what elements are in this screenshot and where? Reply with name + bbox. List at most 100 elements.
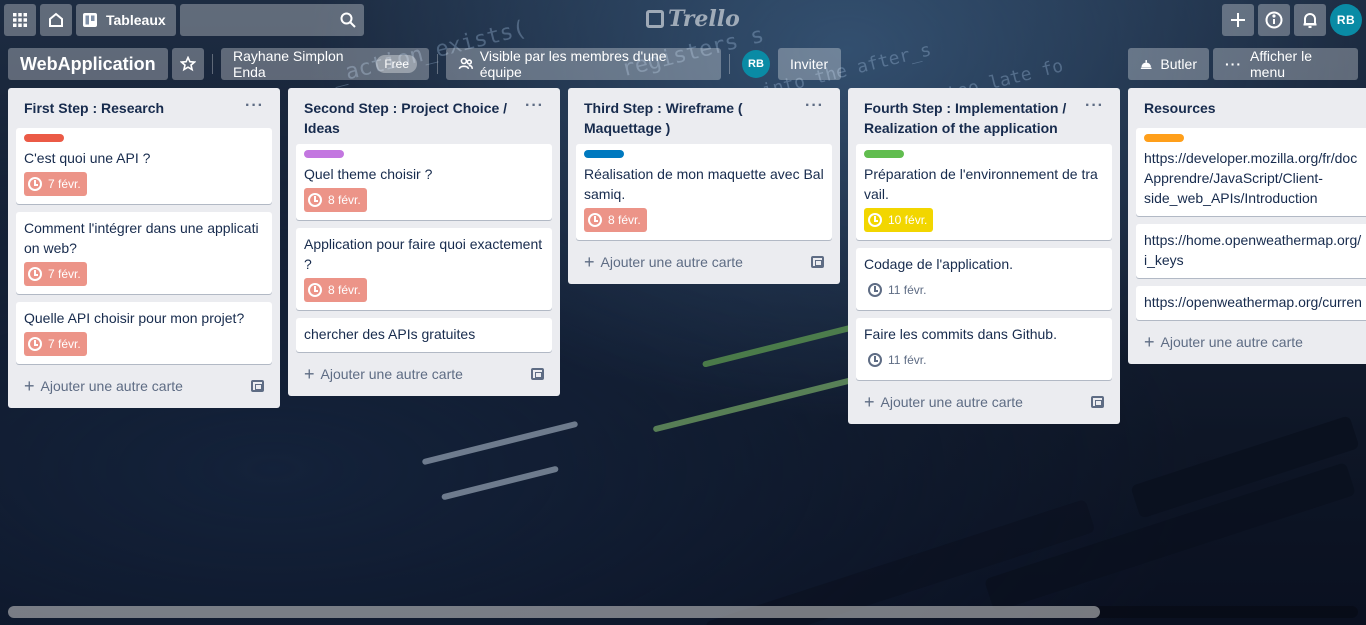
list-second-step: Second Step : Project Choice / Ideas ···… bbox=[288, 88, 560, 396]
team-visibility-icon bbox=[458, 57, 474, 70]
card-template-icon[interactable] bbox=[811, 256, 824, 268]
due-date-badge[interactable]: 11 févr. bbox=[864, 348, 932, 372]
card[interactable]: C'est quoi une API ? 7 févr. bbox=[16, 128, 272, 204]
list-title[interactable]: Third Step : Wireframe ( Maquettage ) bbox=[584, 98, 794, 138]
divider bbox=[212, 54, 213, 74]
card[interactable]: Faire les commits dans Github. 11 févr. bbox=[856, 318, 1112, 380]
boards-button[interactable]: Tableaux bbox=[76, 4, 176, 36]
due-date-badge[interactable]: 7 févr. bbox=[24, 172, 87, 196]
list-header[interactable]: Third Step : Wireframe ( Maquettage ) ··… bbox=[576, 88, 832, 144]
clock-icon bbox=[868, 283, 882, 297]
card-title: Quelle API choisir pour mon projet? bbox=[24, 310, 245, 326]
board-title[interactable]: WebApplication bbox=[8, 48, 168, 80]
card[interactable]: Quel theme choisir ? 8 févr. bbox=[296, 144, 552, 220]
due-date-badge[interactable]: 8 févr. bbox=[304, 278, 367, 302]
info-icon bbox=[1265, 11, 1283, 29]
card-title: Comment l'intégrer dans une application … bbox=[24, 220, 259, 256]
card[interactable]: Codage de l'application. 11 févr. bbox=[856, 248, 1112, 310]
add-card-label: Ajouter une autre carte bbox=[40, 378, 183, 394]
list-header[interactable]: Second Step : Project Choice / Ideas ··· bbox=[296, 88, 552, 144]
search-input[interactable] bbox=[179, 4, 364, 36]
list-menu-icon[interactable]: ··· bbox=[1085, 98, 1104, 114]
show-menu-label: Afficher le menu bbox=[1250, 48, 1312, 80]
due-date-badge[interactable]: 8 févr. bbox=[304, 188, 367, 212]
horizontal-scrollbar-thumb[interactable] bbox=[8, 606, 1100, 618]
list-menu-icon[interactable]: ··· bbox=[525, 98, 544, 114]
card-label-purple[interactable] bbox=[304, 150, 344, 158]
due-date-badge[interactable]: 11 févr. bbox=[864, 278, 932, 302]
card[interactable]: Quelle API choisir pour mon projet? 7 fé… bbox=[16, 302, 272, 364]
add-card-button[interactable]: + Ajouter une autre carte bbox=[856, 388, 1112, 416]
show-menu-button[interactable]: ··· Afficher le menu bbox=[1213, 48, 1358, 80]
due-date-badge[interactable]: 7 févr. bbox=[24, 262, 87, 286]
card-title: Application pour faire quoi exactement ? bbox=[304, 236, 543, 272]
list-menu-icon[interactable]: ··· bbox=[805, 98, 824, 114]
butler-button[interactable]: Butler bbox=[1128, 48, 1209, 80]
list-title[interactable]: Second Step : Project Choice / Ideas bbox=[304, 98, 514, 138]
clock-icon bbox=[588, 213, 602, 227]
add-card-label: Ajouter une autre carte bbox=[320, 366, 463, 382]
card-template-icon[interactable] bbox=[531, 368, 544, 380]
team-button[interactable]: Rayhane Simplon Enda Free bbox=[221, 48, 429, 80]
card-link-line: Apprendre/JavaScript/Client- bbox=[1144, 170, 1323, 186]
card[interactable]: https://developer.mozilla.org/fr/doc App… bbox=[1136, 128, 1366, 216]
due-date: 8 févr. bbox=[328, 193, 361, 207]
invite-button[interactable]: Inviter bbox=[778, 48, 841, 80]
card-label-green[interactable] bbox=[864, 150, 904, 158]
list-title[interactable]: First Step : Research bbox=[24, 98, 164, 118]
trello-logo[interactable]: Trello bbox=[646, 6, 740, 32]
card-link-line: i_keys bbox=[1144, 252, 1184, 268]
star-button[interactable] bbox=[172, 48, 204, 80]
plus-icon: + bbox=[1144, 332, 1155, 352]
card[interactable]: chercher des APIs gratuites bbox=[296, 318, 552, 352]
card-label-red[interactable] bbox=[24, 134, 64, 142]
visibility-label: Visible par les membres d'une équipe bbox=[479, 48, 667, 80]
notifications-button[interactable] bbox=[1294, 4, 1326, 36]
due-date-badge[interactable]: 8 févr. bbox=[584, 208, 647, 232]
card-label-orange[interactable] bbox=[1144, 134, 1184, 142]
plus-icon: + bbox=[24, 376, 35, 396]
card-title: https://home.openweathermap.org/ i_keys bbox=[1144, 230, 1361, 270]
visibility-button[interactable]: Visible par les membres d'une équipe bbox=[446, 48, 721, 80]
card[interactable]: Préparation de l'environnement de travai… bbox=[856, 144, 1112, 240]
clock-icon bbox=[308, 283, 322, 297]
due-date: 11 févr. bbox=[888, 283, 927, 297]
card[interactable]: Comment l'intégrer dans une application … bbox=[16, 212, 272, 294]
card[interactable]: Réalisation de mon maquette avec Balsami… bbox=[576, 144, 832, 240]
card[interactable]: Application pour faire quoi exactement ?… bbox=[296, 228, 552, 310]
member-avatar[interactable]: RB bbox=[742, 50, 770, 78]
info-button[interactable] bbox=[1258, 4, 1290, 36]
card-title: Codage de l'application. bbox=[864, 256, 1014, 272]
apps-grid-button[interactable] bbox=[4, 4, 36, 36]
card-template-icon[interactable] bbox=[1091, 396, 1104, 408]
due-date: 8 févr. bbox=[608, 213, 641, 227]
list-title[interactable]: Fourth Step : Implementation / Realizati… bbox=[864, 98, 1074, 138]
list-header[interactable]: Fourth Step : Implementation / Realizati… bbox=[856, 88, 1112, 144]
list-header[interactable]: Resources bbox=[1136, 88, 1366, 128]
home-button[interactable] bbox=[40, 4, 72, 36]
add-card-button[interactable]: + Ajouter une autre carte bbox=[296, 360, 552, 388]
due-date-badge[interactable]: 10 févr. bbox=[864, 208, 934, 232]
card[interactable]: https://openweathermap.org/curren bbox=[1136, 286, 1366, 320]
due-date: 10 févr. bbox=[888, 213, 928, 227]
add-card-button[interactable]: + Ajouter une autre carte bbox=[1136, 328, 1366, 356]
user-avatar[interactable]: RB bbox=[1330, 4, 1362, 36]
due-date: 11 févr. bbox=[888, 353, 927, 367]
due-date-badge[interactable]: 7 févr. bbox=[24, 332, 87, 356]
card-title: Faire les commits dans Github. bbox=[864, 326, 1057, 342]
add-card-button[interactable]: + Ajouter une autre carte bbox=[16, 372, 272, 400]
card-label-blue[interactable] bbox=[584, 150, 624, 158]
list-header[interactable]: First Step : Research ··· bbox=[16, 88, 272, 128]
create-button[interactable] bbox=[1222, 4, 1254, 36]
add-card-button[interactable]: + Ajouter une autre carte bbox=[576, 248, 832, 276]
plus-icon: + bbox=[584, 252, 595, 272]
top-header: Tableaux Trello RB bbox=[0, 0, 1366, 40]
clock-icon bbox=[28, 337, 42, 351]
card-template-icon[interactable] bbox=[251, 380, 264, 392]
grid-icon bbox=[13, 13, 27, 27]
more-icon: ··· bbox=[1225, 56, 1242, 72]
list-menu-icon[interactable]: ··· bbox=[245, 98, 264, 114]
card[interactable]: https://home.openweathermap.org/ i_keys bbox=[1136, 224, 1366, 278]
list-title[interactable]: Resources bbox=[1144, 98, 1216, 118]
clock-icon bbox=[28, 177, 42, 191]
